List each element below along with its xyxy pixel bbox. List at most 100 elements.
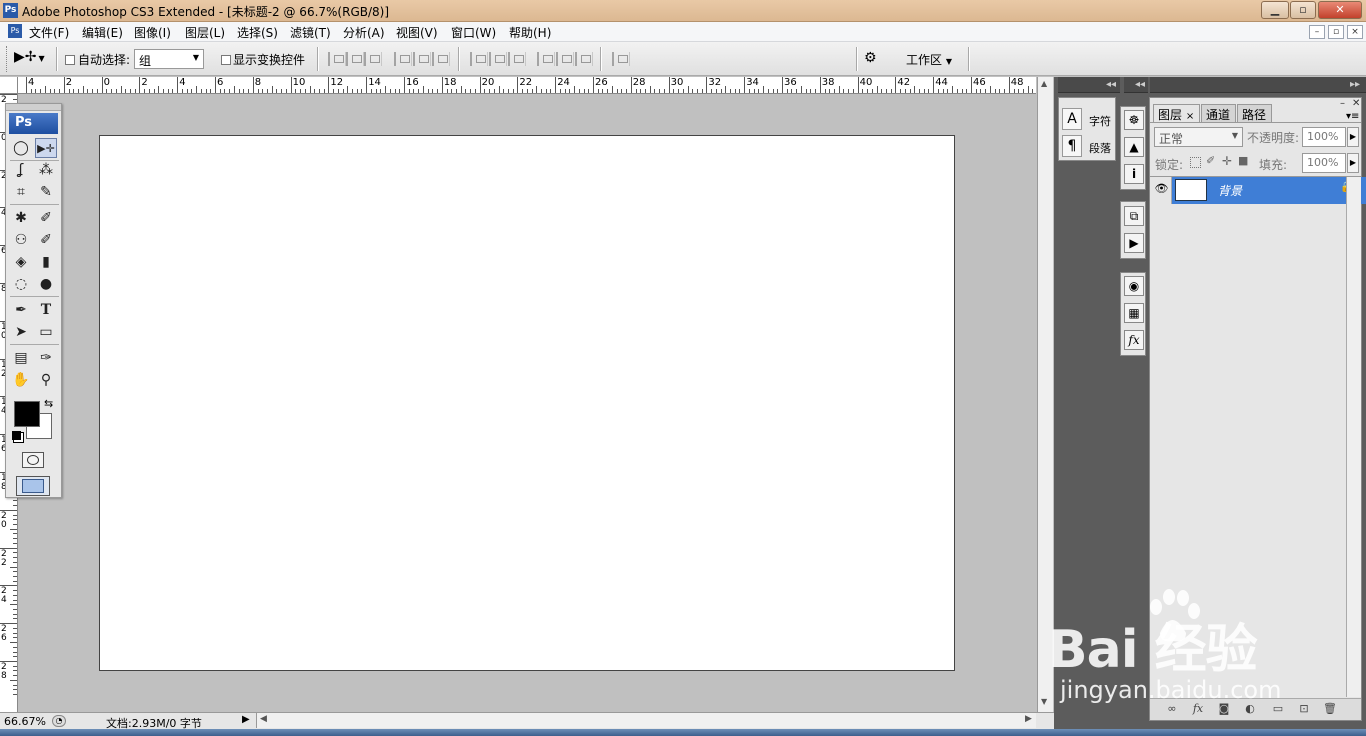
spot-healing-tool[interactable]: ✱ [10,208,32,228]
dodge-tool[interactable]: ● [35,274,57,294]
menu-layer[interactable]: 图层(L) [182,24,228,41]
opacity-slider-button[interactable]: ▶ [1347,127,1359,147]
swatches-icon[interactable]: ◉ [1124,276,1144,296]
distribute-left-icon[interactable] [537,52,555,66]
panel-menu-icon[interactable]: ▾≡ [1346,111,1359,122]
ruler-origin[interactable] [0,77,18,94]
doc-restore-button[interactable]: ▫ [1328,25,1344,39]
rectangle-tool[interactable]: ▭ [35,322,57,342]
screen-mode-button[interactable] [16,476,50,496]
layer-mask-icon[interactable]: ◙ [1216,702,1232,717]
lock-image-icon[interactable]: ✐ [1206,154,1215,167]
vertical-scrollbar[interactable]: ▲ ▼ [1037,77,1053,712]
workspace-menu[interactable]: 工作区 ▼ [906,51,952,68]
elliptical-marquee-tool[interactable]: ◯ [10,138,32,158]
horizontal-ruler[interactable]: 4 2 0 2 4 6 8 10 12 14 16 18 20 22 24 26 28 30 32 34 36 38 40 4… [18,77,1036,94]
distribute-vcenter-icon[interactable] [489,52,507,66]
lock-all-icon[interactable]: ■ [1238,154,1248,167]
hand-tool[interactable]: ✋ [10,370,32,390]
collapse-icon[interactable]: ◂◂ [1135,79,1145,90]
auto-select-checkbox[interactable] [65,55,75,65]
menu-image[interactable]: 图像(I) [131,24,174,41]
align-vcenter-icon[interactable] [346,52,364,66]
fill-input[interactable]: 100% [1302,153,1346,173]
lock-transparent-icon[interactable] [1190,157,1201,168]
close-button[interactable]: ✕ [1318,1,1362,19]
slice-tool[interactable]: ✎ [35,182,57,202]
actions-icon[interactable]: ▶ [1124,233,1144,253]
navigator-icon[interactable]: ☸ [1124,110,1144,130]
maximize-button[interactable]: ▫ [1290,1,1316,19]
tab-close-icon[interactable]: × [1186,111,1194,122]
dock-column-header[interactable]: ◂◂ [1124,77,1148,93]
blend-mode-dropdown[interactable]: 正常 ▼ [1154,127,1243,147]
panel-minimize-icon[interactable]: – [1340,98,1345,109]
align-hcenter-icon[interactable] [413,52,431,66]
blur-tool[interactable]: ◌ [10,274,32,294]
clone-stamp-tool[interactable]: ⚇ [10,230,32,250]
panel-close-icon[interactable]: ✕ [1352,98,1360,109]
status-menu-arrow-icon[interactable]: ▶ [242,714,250,725]
layer-visibility-eye-icon[interactable]: 👁 [1152,177,1172,204]
menu-edit[interactable]: 编辑(E) [79,24,126,41]
document-icon[interactable]: Ps [8,24,22,38]
history-brush-tool[interactable]: ✐ [35,230,57,250]
color-grid-icon[interactable]: ▦ [1124,303,1144,323]
new-group-icon[interactable]: ▭ [1270,702,1286,717]
adjustment-layer-icon[interactable]: ◐ [1242,702,1258,717]
auto-select-dropdown[interactable]: 组 ▼ [134,49,204,69]
swap-colors-icon[interactable]: ⇆ [44,397,53,410]
collapse-icon[interactable]: ▸▸ [1350,79,1360,90]
doc-close-button[interactable]: × [1347,25,1363,39]
menu-filter[interactable]: 滤镜(T) [287,24,334,41]
info-icon[interactable]: i [1124,164,1144,184]
foreground-color-swatch[interactable] [14,401,40,427]
align-top-icon[interactable] [328,52,346,66]
doc-minimize-button[interactable]: – [1309,25,1325,39]
align-right-icon[interactable] [432,52,450,66]
eraser-tool[interactable]: ◈ [10,252,32,272]
zoom-level[interactable]: 66.67% [4,715,46,728]
menu-file[interactable]: 文件(F) [26,24,72,41]
tab-layers[interactable]: 图层 × [1153,104,1200,122]
collapse-icon[interactable]: ◂◂ [1106,79,1116,90]
paragraph-panel-button[interactable]: ¶ 段落 [1062,135,1114,159]
fill-slider-button[interactable]: ▶ [1347,153,1359,173]
layer-name[interactable]: 背景 [1218,182,1242,199]
bridge-icon[interactable]: ⚙ [864,50,886,68]
layer-style-icon[interactable]: fx [1190,702,1206,717]
lock-position-icon[interactable]: ✛ [1222,154,1232,168]
tab-channels[interactable]: 通道 [1201,104,1236,122]
distribute-right-icon[interactable] [575,52,593,66]
document-canvas[interactable] [99,135,955,671]
tab-paths[interactable]: 路径 [1237,104,1272,122]
options-grip[interactable] [6,46,8,72]
horizontal-scrollbar[interactable]: ◀ ▶ [256,713,1036,728]
scroll-down-icon[interactable]: ▼ [1041,697,1047,706]
history-icon[interactable]: ⧉ [1124,206,1144,226]
styles-icon[interactable]: fx [1124,330,1144,350]
type-tool[interactable]: T [35,300,57,320]
default-colors-icon[interactable] [12,431,21,440]
lasso-tool[interactable]: ʆ [10,160,32,180]
scroll-left-icon[interactable]: ◀ [260,714,267,724]
distribute-top-icon[interactable] [470,52,488,66]
brush-tool[interactable]: ✐ [35,208,57,228]
menu-window[interactable]: 窗口(W) [448,24,499,41]
delete-layer-icon[interactable]: 🗑 [1322,702,1338,717]
link-layers-icon[interactable]: ∞ [1164,702,1180,717]
align-left-icon[interactable] [394,52,412,66]
scroll-right-icon[interactable]: ▶ [1025,714,1032,724]
distribute-hcenter-icon[interactable] [556,52,574,66]
menu-select[interactable]: 选择(S) [234,24,281,41]
menu-help[interactable]: 帮助(H) [506,24,554,41]
move-tool-preset-picker[interactable]: ▶✢ ▼ [14,49,52,69]
dock-column-header[interactable]: ◂◂ [1058,77,1120,93]
minimize-button[interactable]: ▁ [1261,1,1289,19]
eyedropper-tool[interactable]: ✑ [35,348,57,368]
layers-scrollbar[interactable] [1346,177,1361,697]
crop-tool[interactable]: ⌗ [10,182,32,202]
move-tool[interactable]: ▶✛ [35,138,57,158]
dock-column-header[interactable]: ▸▸ [1150,77,1366,93]
distribute-bottom-icon[interactable] [508,52,526,66]
